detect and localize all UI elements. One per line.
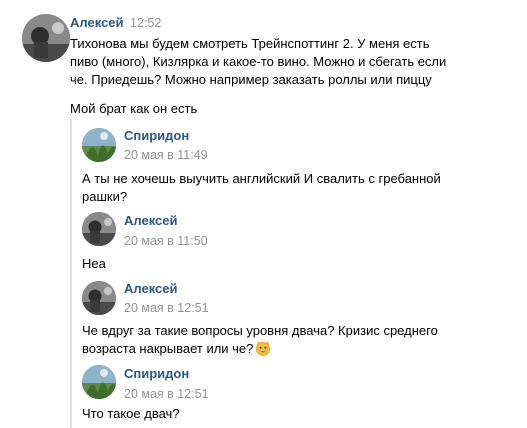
forwarded-message-body: Неа: [82, 255, 106, 273]
message-line: возраста накрывает или че?: [82, 341, 254, 356]
forwarded-message-body: Что такое двач?: [82, 405, 180, 423]
forwarded-author-link[interactable]: Спиридон: [124, 366, 189, 381]
avatar-bw-photo-icon: [22, 14, 70, 62]
forwarded-messages-bar: [70, 119, 72, 428]
message-line: Неа: [82, 256, 106, 271]
forwarded-avatar[interactable]: [82, 365, 116, 399]
forwarded-author-link[interactable]: Алексей: [124, 213, 178, 228]
forwarded-avatar[interactable]: [82, 128, 116, 162]
avatar-plant-icon: [82, 365, 116, 399]
forwarded-author-link[interactable]: Спиридон: [124, 128, 189, 143]
grinning-cat-emoji-icon: [255, 340, 271, 356]
message-line: че. Приедешь? Можно например заказать ро…: [70, 72, 432, 87]
message-timestamp[interactable]: 12:52: [130, 16, 161, 30]
message-paragraph: Мой брат как он есть: [70, 101, 198, 116]
message-line: Че вдруг за такие вопросы уровня двача? …: [82, 323, 438, 338]
forwarded-message-body: А ты не хочешь выучить английский И свал…: [82, 170, 512, 206]
forwarded-author-link[interactable]: Алексей: [124, 281, 178, 296]
forwarded-avatar[interactable]: [82, 212, 116, 246]
message-line: Что такое двач?: [82, 406, 180, 421]
avatar-bw-photo-icon: [82, 212, 116, 246]
message-author-link[interactable]: Алексей: [70, 15, 124, 30]
forwarded-date[interactable]: 20 мая в 12:51: [124, 387, 209, 401]
message-line: пиво (много), Кизлярка и какое-то вино. …: [70, 54, 447, 69]
message-body: Тихонова мы будем смотреть Трейнспоттинг…: [70, 35, 520, 89]
forwarded-date[interactable]: 20 мая в 11:50: [124, 234, 208, 248]
message-line: Тихонова мы будем смотреть Трейнспоттинг…: [70, 36, 430, 51]
message-line: А ты не хочешь выучить английский И свал…: [82, 171, 441, 186]
forwarded-date[interactable]: 20 мая в 12:51: [124, 301, 209, 315]
sender-avatar[interactable]: [22, 14, 70, 62]
forwarded-date[interactable]: 20 мая в 11:49: [124, 148, 208, 162]
avatar-plant-icon: [82, 128, 116, 162]
forwarded-message-body: Че вдруг за такие вопросы уровня двача? …: [82, 322, 512, 358]
message-line: рашки?: [82, 189, 128, 204]
message-line-with-emoji: возраста накрывает или че?: [82, 340, 512, 358]
forwarded-avatar[interactable]: [82, 281, 116, 315]
avatar-bw-photo-icon: [82, 281, 116, 315]
